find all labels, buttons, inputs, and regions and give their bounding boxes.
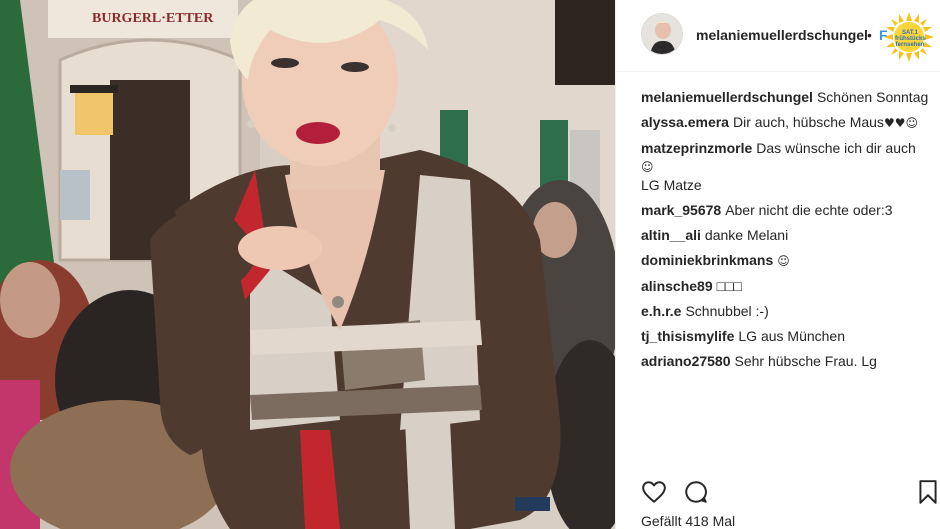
heart-icon xyxy=(642,481,666,503)
comment-text: LG aus München xyxy=(738,328,845,344)
bookmark-icon xyxy=(919,480,937,504)
save-button[interactable] xyxy=(918,479,938,505)
comment-text-line2: LG Matze xyxy=(641,177,702,193)
comment-username[interactable]: dominiekbrinkmans xyxy=(641,252,773,268)
post-photo[interactable]: BURGERL·ETTER xyxy=(0,0,615,529)
comment-item: adriano27580 Sehr hübsche Frau. Lg xyxy=(641,352,931,370)
comment-username[interactable]: e.h.r.e xyxy=(641,303,681,319)
comment-item: mark_95678 Aber nicht die echte oder:3 xyxy=(641,201,931,219)
sun-logo-text: SAT.1 frühstücks fernsehen xyxy=(895,30,926,48)
comment-item: alyssa.emera Dir auch, hübsche Maus♥♥☺ xyxy=(641,113,931,132)
comment-emoji: ♥♥☺ xyxy=(883,116,918,130)
svg-text:BURGERL·ETTER: BURGERL·ETTER xyxy=(92,11,214,26)
action-bar xyxy=(641,479,937,505)
comment-item: matzeprinzmorle Das wünsche ich dir auch … xyxy=(641,139,931,194)
caption: melaniemuellerdschungel Schönen Sonntag xyxy=(641,88,931,106)
comment-username[interactable]: alinsche89 xyxy=(641,278,713,294)
comment-emoji: ☺ xyxy=(641,160,654,174)
comment-username[interactable]: mark_95678 xyxy=(641,202,721,218)
comment-text: Schnubbel :-) xyxy=(685,303,769,319)
comment-text: Aber nicht die echte oder:3 xyxy=(725,202,893,218)
like-button[interactable] xyxy=(641,479,667,505)
comment-item: tj_thisismylife LG aus München xyxy=(641,327,931,345)
comment-text: □□□ xyxy=(716,278,742,294)
comment-username[interactable]: melaniemuellerdschungel xyxy=(641,89,813,105)
comment-text: danke Melani xyxy=(704,227,789,243)
comment-list: melaniemuellerdschungel Schönen Sonntag a… xyxy=(641,88,931,377)
header-username[interactable]: melaniemuellerdschungel xyxy=(696,27,868,43)
comment-text: Dir auch, hübsche Maus xyxy=(732,114,884,130)
comment-item: e.h.r.e Schnubbel :-) xyxy=(641,302,931,320)
comment-text: Sehr hübsche Frau. Lg xyxy=(734,353,877,369)
post-sidebar: melaniemuellerdschungel • F SAT.1 frühst… xyxy=(615,0,940,529)
photo-illustration: BURGERL·ETTER xyxy=(0,0,615,529)
comment-text: Das wünsche ich dir auch xyxy=(756,140,916,156)
speech-bubble-icon xyxy=(685,481,707,503)
comment-username[interactable]: tj_thisismylife xyxy=(641,328,734,344)
comment-item: alinsche89 □□□ xyxy=(641,277,931,295)
comment-item: dominiekbrinkmans ☺ xyxy=(641,251,931,270)
header-separator: • xyxy=(867,27,872,43)
avatar-icon xyxy=(642,14,682,54)
avatar[interactable] xyxy=(641,13,683,55)
comment-username[interactable]: matzeprinzmorle xyxy=(641,140,752,156)
post-header: melaniemuellerdschungel • F SAT.1 frühst… xyxy=(616,0,940,72)
comment-username[interactable]: alyssa.emera xyxy=(641,114,729,130)
comment-text: Schönen Sonntag xyxy=(816,89,929,105)
comment-item: altin__ali danke Melani xyxy=(641,226,931,244)
comment-username[interactable]: adriano27580 xyxy=(641,353,731,369)
comment-emoji: ☺ xyxy=(777,254,790,268)
comment-username[interactable]: altin__ali xyxy=(641,227,701,243)
likes-count[interactable]: Gefällt 418 Mal xyxy=(641,513,735,529)
comment-button[interactable] xyxy=(683,479,709,505)
